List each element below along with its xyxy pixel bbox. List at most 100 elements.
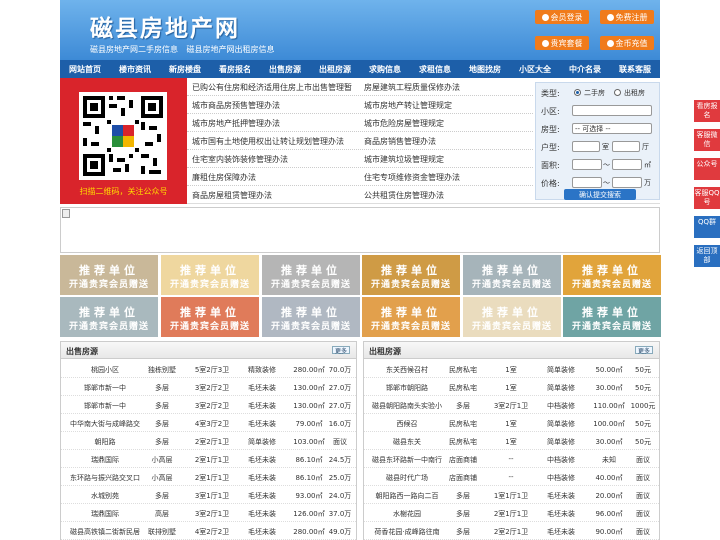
- recommended-unit-tile[interactable]: 推荐单位 开通贵宾会员赠送: [463, 297, 561, 337]
- nav-agencies[interactable]: 中介名录: [560, 60, 610, 78]
- vip-package-button[interactable]: 贵宾套餐: [535, 36, 589, 50]
- recommended-unit-tile[interactable]: 推荐单位 开通贵宾会员赠送: [60, 297, 158, 337]
- listing-row[interactable]: 邯郸市新一中 多层 3室2厅2卫 毛坯未装 130.00㎡ 27.0万: [61, 378, 356, 396]
- page-wrapper: 磁县房地产网 磁县房地产网二手房信息 磁县房地产网出租房信息 会员登录 免费注册…: [60, 0, 661, 540]
- recommended-unit-tile[interactable]: 推荐单位 开通贵宾会员赠送: [161, 297, 259, 337]
- recommended-unit-tile[interactable]: 推荐单位 开通贵宾会员赠送: [463, 255, 561, 295]
- side-service-qq[interactable]: 客服QQ号: [694, 187, 720, 209]
- coin-recharge-button[interactable]: 金币充值: [600, 36, 654, 50]
- listing-row[interactable]: 磁县朝阳路南头实验小 多层 3室2厅1卫 中档装修 110.00㎡ 1000元: [364, 396, 659, 414]
- site-name[interactable]: 磁县房地产网: [90, 9, 240, 43]
- register-button[interactable]: 免费注册: [600, 10, 654, 24]
- news-link[interactable]: 城市国有土地使用权出让转让规划管理办法: [192, 136, 344, 147]
- listing-row[interactable]: 中华南大街与成峰路交 多层 4室3厅2卫 毛坯未装 79.00㎡ 16.0万: [61, 414, 356, 432]
- recommended-unit-tile[interactable]: 推荐单位 开通贵宾会员赠送: [563, 255, 661, 295]
- nav-news[interactable]: 楼市资讯: [110, 60, 160, 78]
- nav-viewing-signup[interactable]: 看房报名: [210, 60, 260, 78]
- recommended-unit-tile[interactable]: 推荐单位 开通贵宾会员赠送: [362, 297, 460, 337]
- news-link[interactable]: 城市商品房预售管理办法: [192, 100, 280, 111]
- listing-row[interactable]: 朝阳路 多层 2室2厅1卫 简单装修 103.00㎡ 面议: [61, 432, 356, 450]
- banner-ad[interactable]: [60, 207, 660, 253]
- listing-title-link[interactable]: 中华南大街与成峰路交: [61, 419, 149, 429]
- listing-title-link[interactable]: 瑞鼎国际: [61, 455, 149, 465]
- search-submit-button[interactable]: 确认提交搜索: [564, 189, 636, 200]
- nav-wanted-rent[interactable]: 求租信息: [410, 60, 460, 78]
- recommended-unit-tile[interactable]: 推荐单位 开通贵宾会员赠送: [362, 255, 460, 295]
- listing-title-link[interactable]: 水城别苑: [61, 491, 149, 501]
- slogan-rent[interactable]: 磁县房地产网出租房信息: [187, 45, 275, 54]
- type-radio-sale[interactable]: [574, 89, 581, 96]
- price-max-input[interactable]: [612, 177, 642, 188]
- news-link[interactable]: 城市危险房屋管理规定: [364, 118, 444, 129]
- news-link[interactable]: 公共租赁住房管理办法: [364, 190, 444, 201]
- nav-home[interactable]: 网站首页: [60, 60, 110, 78]
- side-back-to-top[interactable]: 返回顶部: [694, 245, 720, 267]
- hall-select[interactable]: [612, 141, 640, 152]
- nav-contact[interactable]: 联系客服: [610, 60, 660, 78]
- listing-row[interactable]: 东关西候召村 民房私宅 1室 简单装修 50.00㎡ 50元: [364, 360, 659, 378]
- recommended-unit-tile[interactable]: 推荐单位 开通贵宾会员赠送: [262, 297, 360, 337]
- area-max-input[interactable]: [612, 159, 642, 170]
- recommended-unit-tile[interactable]: 推荐单位 开通贵宾会员赠送: [262, 255, 360, 295]
- listing-row[interactable]: 瑞鼎国际 高层 3室2厅1卫 毛坯未装 126.00㎡ 37.0万: [61, 504, 356, 522]
- listing-title-link[interactable]: 邯郸市新一中: [61, 401, 149, 411]
- listing-row[interactable]: 磁县东环路新一中南行 店面商铺 -- 中档装修 未知 面议: [364, 450, 659, 468]
- room-select[interactable]: [572, 141, 600, 152]
- side-qq-group[interactable]: QQ群: [694, 216, 720, 238]
- nav-new-homes[interactable]: 新房楼盘: [160, 60, 210, 78]
- news-link[interactable]: 商品房销售管理办法: [364, 136, 436, 147]
- recommended-unit-tile[interactable]: 推荐单位 开通贵宾会员赠送: [563, 297, 661, 337]
- listing-row[interactable]: 西候召 民房私宅 1室 简单装修 100.00㎡ 50元: [364, 414, 659, 432]
- side-service-wechat[interactable]: 客服微信: [694, 129, 720, 151]
- listing-cell: 民房私宅: [449, 366, 477, 374]
- listing-row[interactable]: 荷香花园·成峰路往南 多层 2室2厅1卫 毛坯未装 90.00㎡ 面议: [364, 522, 659, 540]
- community-input[interactable]: [572, 105, 652, 116]
- side-viewing-signup[interactable]: 看房报名: [694, 100, 720, 122]
- listing-row[interactable]: 邯郸市朝阳路 民房私宅 1室 简单装修 30.00㎡ 50元: [364, 378, 659, 396]
- listing-row[interactable]: 邯郸市新一中 多层 3室2厅2卫 毛坯未装 130.00㎡ 27.0万: [61, 396, 356, 414]
- listing-row[interactable]: 水榭花园 多层 2室1厅1卫 毛坯未装 96.00㎡ 面议: [364, 504, 659, 522]
- listing-title-link[interactable]: 瑞鼎国际: [61, 509, 149, 519]
- area-min-input[interactable]: [572, 159, 602, 170]
- news-link[interactable]: 房屋建筑工程质量保修办法: [364, 82, 460, 93]
- listing-title-link[interactable]: 邯郸市新一中: [61, 383, 149, 393]
- listing-row[interactable]: 东环路与振兴路交叉口 小高层 2室1厅1卫 毛坯未装 86.10㎡ 25.0万: [61, 468, 356, 486]
- listing-row[interactable]: 磁县高铁镇二街新民居 联排别墅 4室2厅2卫 毛坯未装 280.00㎡ 49.0万: [61, 522, 356, 540]
- listing-cell: 50元: [635, 438, 651, 446]
- news-link[interactable]: 城市房地产转让管理规定: [364, 100, 452, 111]
- listing-cell: 面议: [333, 438, 347, 446]
- news-link[interactable]: 已购公有住房和经济适用住房上市出售管理暂: [192, 82, 352, 93]
- nav-map[interactable]: 地图找房: [460, 60, 510, 78]
- listing-row[interactable]: 桃园小区 独栋别墅 5室2厅3卫 精致装修 280.00㎡ 70.0万: [61, 360, 356, 378]
- news-link[interactable]: 廉租住房保障办法: [192, 172, 256, 183]
- listing-title-link[interactable]: 朝阳路: [61, 437, 149, 447]
- nav-rent[interactable]: 出租房源: [310, 60, 360, 78]
- listing-row[interactable]: 朝阳路西一路向二百 多层 1室1厅1卫 毛坯未装 20.00㎡ 面议: [364, 486, 659, 504]
- slogan-sale[interactable]: 磁县房地产网二手房信息: [90, 45, 178, 54]
- listing-title-link[interactable]: 磁县高铁镇二街新民居: [61, 527, 149, 537]
- nav-communities[interactable]: 小区大全: [510, 60, 560, 78]
- login-button[interactable]: 会员登录: [535, 10, 589, 24]
- side-official-account[interactable]: 公众号: [694, 158, 720, 180]
- sale-more-button[interactable]: 更多: [332, 346, 350, 355]
- house-type-select[interactable]: -- 可选择 --: [572, 123, 652, 134]
- listing-title-link[interactable]: 东环路与振兴路交叉口: [61, 473, 149, 483]
- news-link[interactable]: 商品房屋租赁管理办法: [192, 190, 272, 201]
- recommended-unit-tile[interactable]: 推荐单位 开通贵宾会员赠送: [161, 255, 259, 295]
- price-min-input[interactable]: [572, 177, 602, 188]
- listing-row[interactable]: 瑞鼎国际 小高层 2室1厅1卫 毛坯未装 86.10㎡ 24.5万: [61, 450, 356, 468]
- news-link[interactable]: 住宅专项维修资金管理办法: [364, 172, 460, 183]
- rent-more-button[interactable]: 更多: [635, 346, 653, 355]
- listing-row[interactable]: 水城别苑 多层 3室1厅1卫 毛坯未装 93.00㎡ 24.0万: [61, 486, 356, 504]
- news-link[interactable]: 住宅室内装饰装修管理办法: [192, 154, 288, 165]
- news-link[interactable]: 城市房地产抵押管理办法: [192, 118, 280, 129]
- nav-wanted-buy[interactable]: 求购信息: [360, 60, 410, 78]
- listing-row[interactable]: 磁县时代广场 店面商铺 -- 中档装修 40.00㎡ 面议: [364, 468, 659, 486]
- listing-cell: 3室1厅1卫: [194, 492, 230, 500]
- news-link[interactable]: 城市建筑垃圾管理规定: [364, 154, 444, 165]
- listing-title-link[interactable]: 桃园小区: [61, 365, 149, 375]
- listing-row[interactable]: 磁县东关 民房私宅 1室 简单装修 30.00㎡ 50元: [364, 432, 659, 450]
- type-radio-rent[interactable]: [614, 89, 621, 96]
- nav-sale[interactable]: 出售房源: [260, 60, 310, 78]
- recommended-unit-tile[interactable]: 推荐单位 开通贵宾会员赠送: [60, 255, 158, 295]
